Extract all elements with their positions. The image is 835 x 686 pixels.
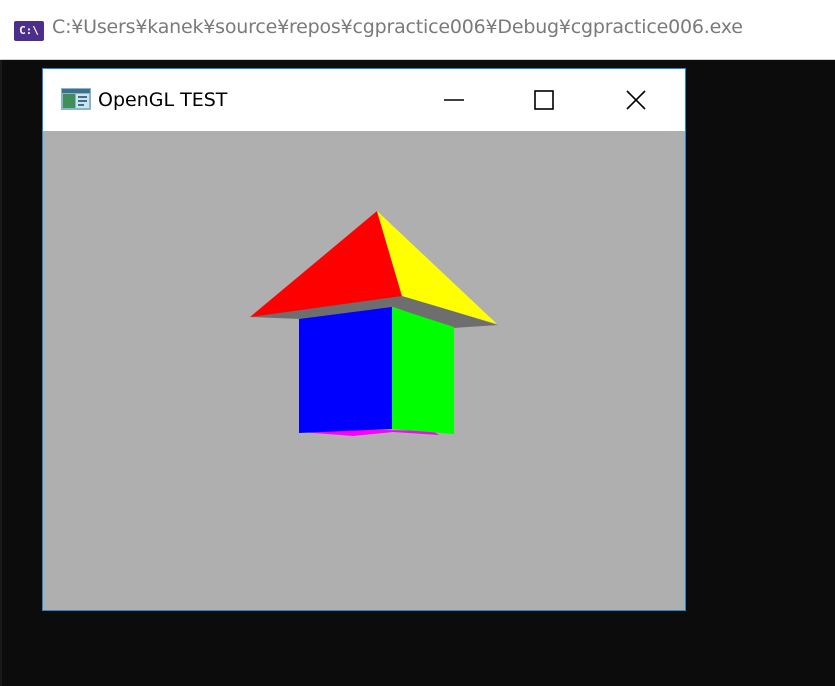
- opengl-window[interactable]: OpenGL TEST: [42, 68, 686, 611]
- maximize-icon: [534, 90, 554, 110]
- minimize-icon: [444, 99, 464, 101]
- console-window-title: C:¥Users¥kanek¥source¥repos¥cgpractice00…: [52, 16, 743, 38]
- opengl-window-title: OpenGL TEST: [98, 89, 228, 111]
- house-wall-front: [299, 307, 392, 433]
- maximize-button[interactable]: [499, 69, 589, 131]
- console-titlebar[interactable]: C:\ C:¥Users¥kanek¥source¥repos¥cgpracti…: [0, 0, 835, 60]
- opengl-render-canvas[interactable]: [43, 131, 685, 610]
- application-icon: [61, 88, 91, 110]
- rendered-scene: [250, 211, 498, 436]
- house-wall-side: [392, 307, 454, 434]
- minimize-button[interactable]: [409, 69, 499, 131]
- console-app-icon: C:\: [14, 21, 44, 41]
- close-icon: [626, 90, 646, 110]
- console-border: [0, 60, 2, 686]
- opengl-titlebar[interactable]: OpenGL TEST: [43, 69, 685, 131]
- close-button[interactable]: [591, 69, 681, 131]
